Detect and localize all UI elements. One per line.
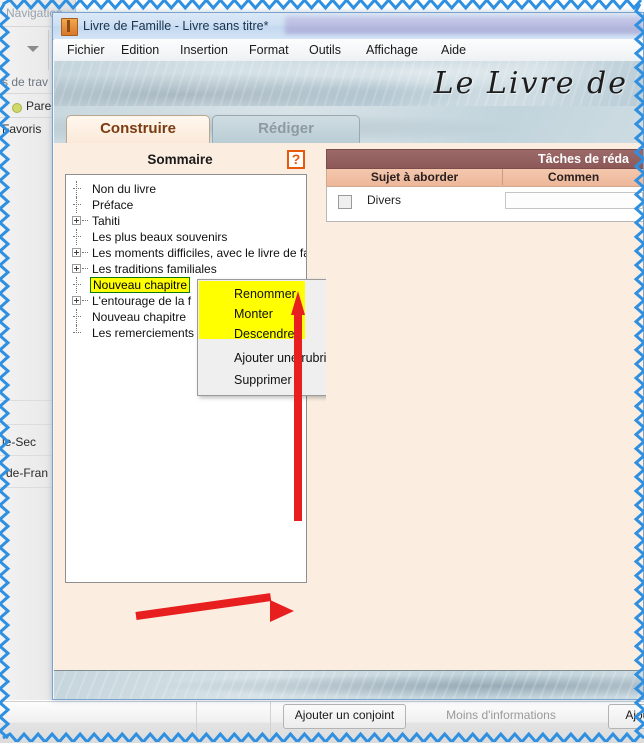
menu-edition[interactable]: Edition (114, 39, 166, 61)
tree-connector-vertical (76, 325, 78, 333)
arrow-head (291, 291, 305, 315)
tree-item-label: L'entourage de la f (92, 294, 192, 308)
divider (270, 702, 271, 743)
menu-affichage[interactable]: Affichage (359, 39, 425, 61)
menu-fichier[interactable]: Fichier (60, 39, 112, 61)
tree-connector-vertical (76, 229, 78, 245)
taches-column-header: Sujet à aborder Commen (326, 169, 643, 187)
menu-insertion[interactable]: Insertion (173, 39, 235, 61)
footer-texture-streaks (54, 671, 643, 699)
book-icon (61, 18, 78, 36)
tree-item-label: Les moments difficiles, avec le livre de… (92, 246, 307, 260)
row-checkbox[interactable] (338, 195, 352, 209)
row-subject-label: Divers (367, 193, 402, 207)
annotation-arrow-horizontal (135, 593, 294, 622)
add-spouse-button[interactable]: Ajouter un conjoint (283, 704, 406, 729)
help-icon[interactable]: ? (287, 150, 305, 169)
tree-item-label: Tahiti (92, 214, 121, 228)
menu-format[interactable]: Format (242, 39, 296, 61)
taches-header: Tâches de réda (326, 149, 643, 169)
tree-connector-vertical (76, 277, 78, 293)
row-comment-input[interactable] (505, 192, 643, 209)
divider (196, 702, 197, 743)
tree-item-label: Non du livre (92, 182, 157, 196)
tree-item[interactable]: Les plus beaux souvenirs (66, 229, 306, 245)
annotation-arrow-vertical (291, 291, 305, 521)
tree-item[interactable]: Tahiti (66, 213, 306, 229)
tree-item[interactable]: Les traditions familiales (66, 261, 306, 277)
arrow-shaft (294, 313, 302, 521)
taches-pane: Tâches de réda Sujet à aborder Commen Di… (326, 143, 643, 670)
menu-aide[interactable]: Aide (434, 39, 473, 61)
menu-bar: Fichier Edition Insertion Format Outils … (54, 39, 642, 62)
expand-plus-icon[interactable] (72, 216, 81, 225)
livre-de-famille-window: Livre de Famille - Livre sans titre* Fic… (52, 12, 644, 700)
column-header-comment[interactable]: Commen (504, 169, 643, 185)
app-body: Sommaire ? Non du livre Préface Tahiti Les … (54, 143, 643, 699)
less-information-label[interactable]: Moins d'informations (436, 704, 566, 727)
tree-item-label: Préface (92, 198, 134, 212)
column-header-subject[interactable]: Sujet à aborder (327, 169, 503, 185)
tree-connector (82, 252, 88, 254)
tree-connector-vertical (76, 309, 78, 325)
divider (48, 30, 49, 70)
tree-connector-vertical (76, 181, 78, 197)
menu-outils[interactable]: Outils (302, 39, 348, 61)
tree-connector (82, 268, 88, 270)
expand-plus-icon[interactable] (72, 296, 81, 305)
window-footer-texture (54, 670, 643, 699)
expand-plus-icon[interactable] (72, 264, 81, 273)
tree-connector (82, 220, 88, 222)
taches-grid[interactable]: Divers (326, 187, 643, 222)
tab-rediger[interactable]: Rédiger (212, 115, 360, 144)
tab-construire[interactable]: Construire (66, 115, 210, 144)
tree-item[interactable]: Préface (66, 197, 306, 213)
arrow-head (270, 600, 294, 622)
tree-item-label: Nouveau chapitre (92, 310, 187, 324)
tree-item-label: Les plus beaux souvenirs (92, 230, 228, 244)
tree-item-label: Les remerciements (92, 326, 195, 340)
tree-item-label: Les traditions familiales (92, 262, 217, 276)
chevron-down-icon[interactable] (27, 46, 39, 52)
page-title: Sommaire (147, 152, 213, 167)
tree-item[interactable]: Non du livre (66, 181, 306, 197)
tree-item-label: Nouveau chapitre (90, 277, 191, 293)
add-other-button[interactable]: Ajout (608, 704, 644, 729)
window-title-bar: Livre de Famille - Livre sans titre* (53, 13, 643, 40)
tab-strip: Construire Rédiger (54, 106, 643, 144)
tree-connector (82, 300, 88, 302)
taches-empty-area (326, 222, 643, 670)
taches-title: Tâches de réda (537, 152, 629, 166)
tree-item[interactable]: Les moments difficiles, avec le livre de… (66, 245, 306, 261)
sommaire-pane: Sommaire ? Non du livre Préface Tahiti Les … (65, 143, 400, 699)
window-title: Livre de Famille - Livre sans titre* (83, 19, 269, 33)
expand-plus-icon[interactable] (72, 248, 81, 257)
tree-connector-vertical (76, 197, 78, 213)
banner-title: Le Livre de (433, 66, 628, 101)
title-bar-blurred-area (285, 16, 643, 34)
app-banner: Le Livre de (54, 61, 643, 106)
